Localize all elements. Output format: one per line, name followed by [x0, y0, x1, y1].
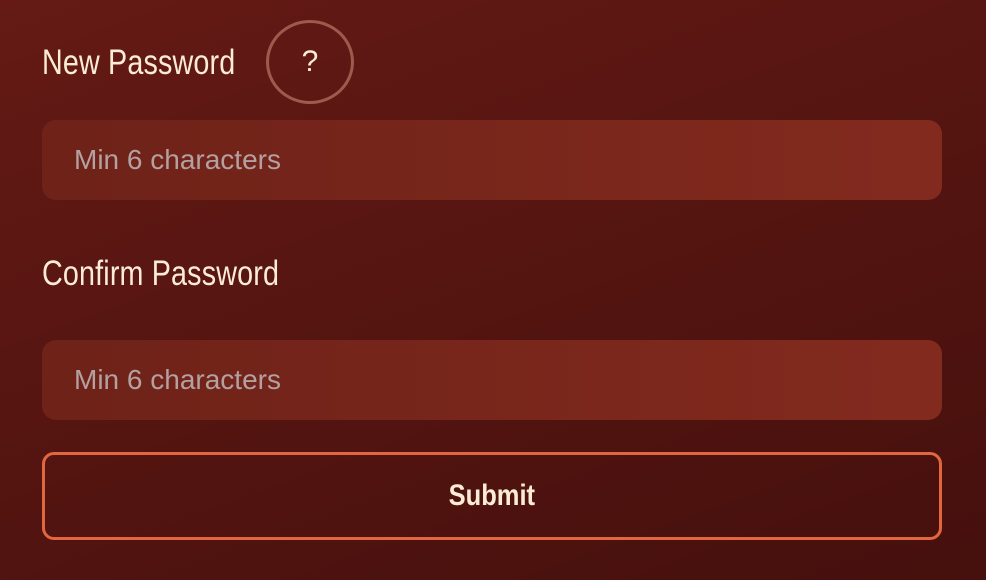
confirm-password-label-row: Confirm Password	[42, 232, 942, 316]
new-password-label-row: New Password	[42, 20, 942, 106]
submit-button[interactable]: Submit	[42, 452, 942, 540]
confirm-password-input[interactable]	[42, 340, 942, 420]
confirm-password-label: Confirm Password	[42, 254, 280, 293]
new-password-label: New Password	[42, 43, 236, 82]
new-password-input-wrap	[42, 120, 942, 200]
confirm-password-group: Confirm Password	[42, 232, 942, 420]
new-password-input[interactable]	[42, 120, 942, 200]
help-button[interactable]: ?	[266, 20, 354, 104]
password-form: New Password ? Confirm Password Submit	[42, 20, 942, 540]
confirm-password-input-wrap	[42, 340, 942, 420]
submit-button-label: Submit	[448, 479, 536, 512]
question-mark-icon: ?	[301, 45, 319, 78]
new-password-group: New Password ?	[42, 20, 942, 200]
